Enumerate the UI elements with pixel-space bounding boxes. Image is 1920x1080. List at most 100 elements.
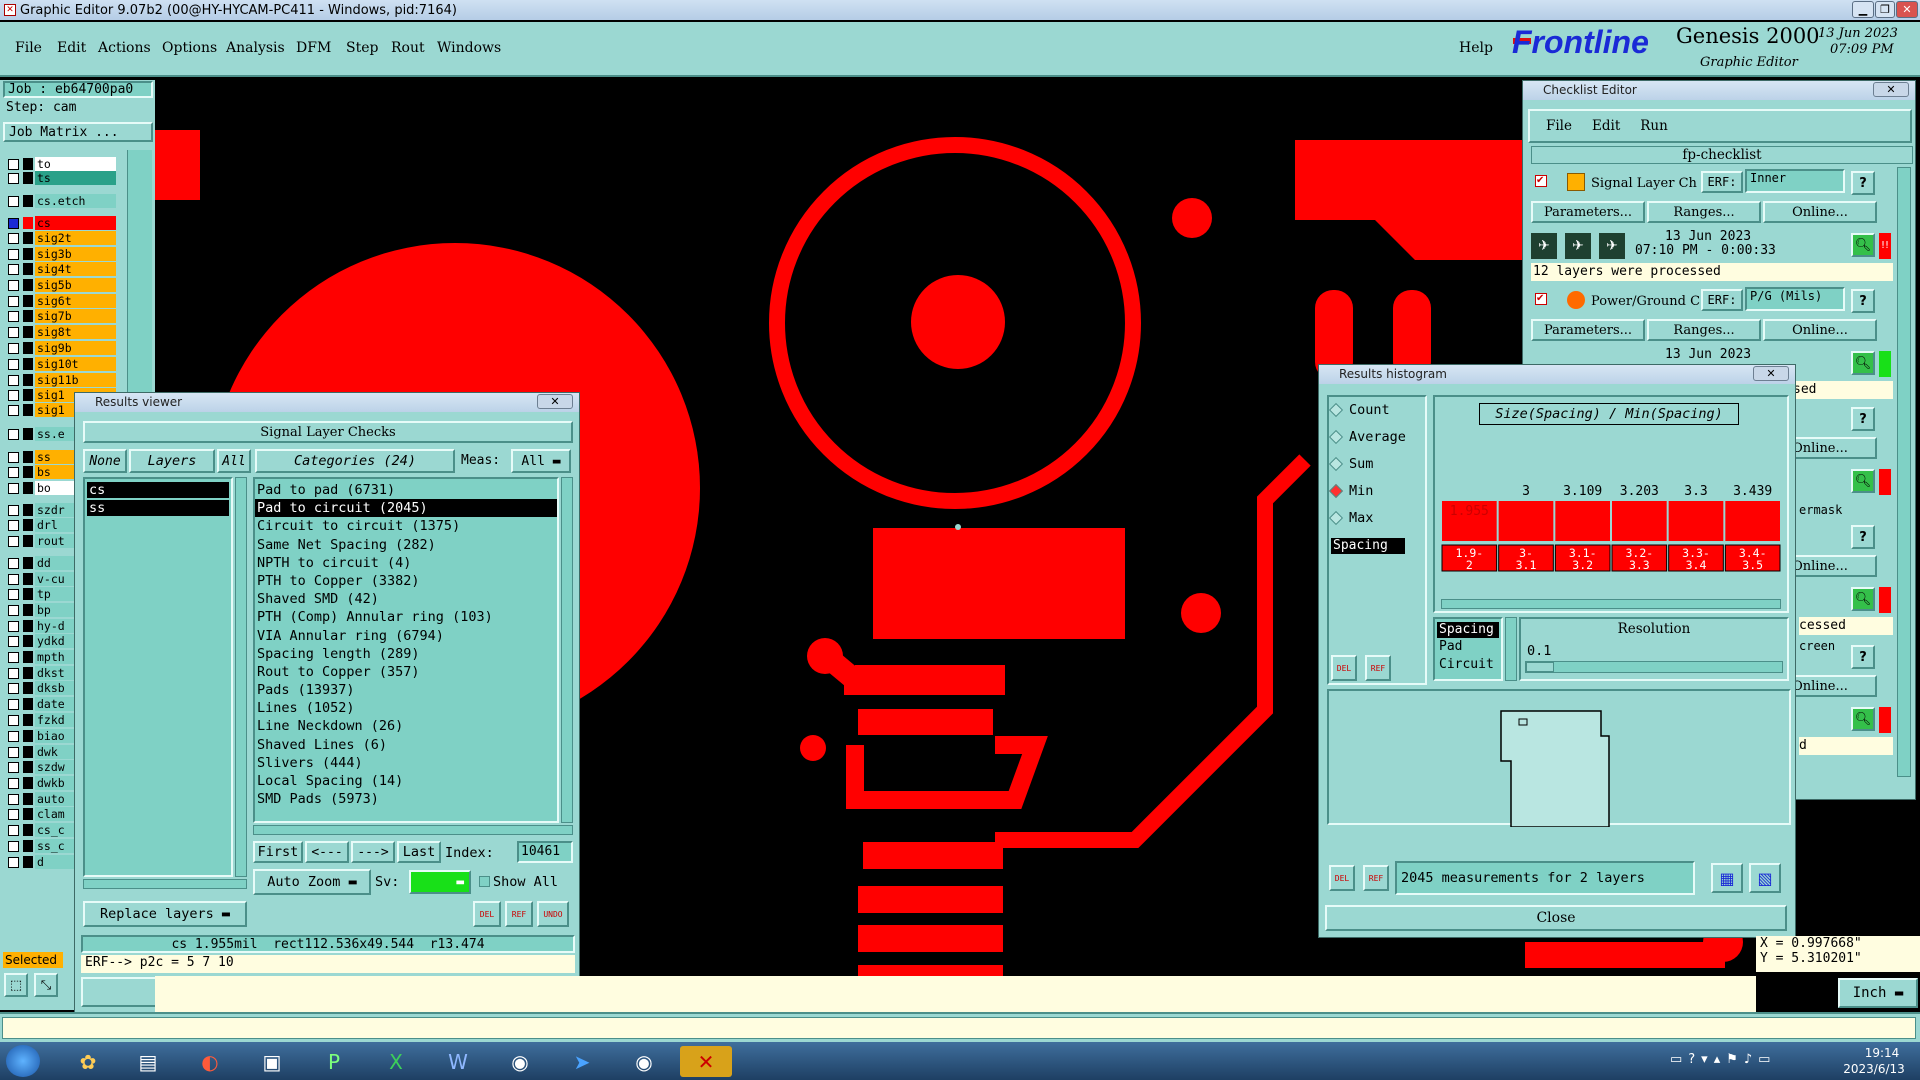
category-item[interactable]: NPTH to circuit (4) bbox=[255, 554, 557, 572]
layer-row[interactable]: sig10t bbox=[8, 357, 116, 371]
category-item[interactable]: Rout to Copper (357) bbox=[255, 663, 557, 681]
layer-checkbox[interactable] bbox=[8, 588, 19, 600]
start-button-icon[interactable] bbox=[6, 1045, 40, 1077]
layer-checkbox[interactable] bbox=[8, 714, 19, 726]
check-item-1-online[interactable]: Online... bbox=[1763, 201, 1877, 223]
check-item-1-name[interactable]: Signal Layer Ch bbox=[1591, 176, 1697, 191]
prev-button[interactable]: <--- bbox=[305, 841, 349, 863]
category-item[interactable]: Shaved SMD (42) bbox=[255, 590, 557, 608]
zoom-icon[interactable]: 🔍︎ bbox=[1851, 707, 1875, 731]
type-item[interactable]: Circuit bbox=[1435, 656, 1501, 674]
category-item[interactable]: Pads (13937) bbox=[255, 681, 557, 699]
layer-checkbox[interactable] bbox=[8, 172, 19, 184]
categories-list-scrollbar[interactable] bbox=[561, 477, 573, 823]
layers-header-button[interactable]: Layers bbox=[129, 449, 215, 473]
partial-help[interactable]: ? bbox=[1851, 525, 1875, 549]
mode-option-count[interactable]: Count bbox=[1328, 402, 1390, 418]
command-line[interactable] bbox=[2, 1017, 1916, 1039]
run-icon[interactable]: ✈ bbox=[1599, 233, 1625, 259]
layer-checkbox[interactable] bbox=[8, 746, 19, 758]
category-item[interactable]: Slivers (444) bbox=[255, 754, 557, 772]
meas-select[interactable]: All ▬ bbox=[511, 449, 571, 473]
layer-checkbox[interactable] bbox=[8, 651, 19, 663]
categories-button[interactable]: Categories (24) bbox=[255, 449, 455, 473]
layer-checkbox[interactable] bbox=[8, 557, 19, 569]
layer-checkbox[interactable] bbox=[8, 573, 19, 585]
app-browser-icon[interactable]: ◐ bbox=[184, 1046, 236, 1077]
app-arrow-icon[interactable]: ➤ bbox=[556, 1046, 608, 1077]
auto-zoom-select[interactable]: Auto Zoom ▬ bbox=[253, 869, 371, 895]
category-item[interactable]: SMD Pads (5973) bbox=[255, 790, 557, 808]
layer-checkbox[interactable] bbox=[8, 777, 19, 789]
layers-list-scrollbar[interactable] bbox=[235, 477, 247, 877]
layer-checkbox[interactable] bbox=[8, 389, 19, 401]
menu-dfm[interactable]: DFM bbox=[296, 40, 331, 56]
layer-row[interactable]: sig4t bbox=[8, 262, 116, 276]
layers-hscrollbar[interactable] bbox=[83, 879, 247, 889]
sv-color-select[interactable]: ▬ bbox=[409, 870, 471, 894]
histogram-view-icon[interactable]: ▦ bbox=[1711, 863, 1743, 893]
ref-button[interactable]: REF bbox=[505, 901, 533, 927]
layer-row[interactable]: sig7b bbox=[8, 309, 116, 323]
histogram-export-icon[interactable]: ▧ bbox=[1749, 863, 1781, 893]
partial-help[interactable]: ? bbox=[1851, 645, 1875, 669]
layer-checkbox[interactable] bbox=[8, 793, 19, 805]
mode-option-min[interactable]: Min bbox=[1328, 483, 1373, 499]
mode-option-sum[interactable]: Sum bbox=[1328, 456, 1373, 472]
zoom-tool-icon[interactable]: ⤡ bbox=[34, 973, 58, 997]
layer-row[interactable]: sig3b bbox=[8, 247, 116, 261]
run-icon[interactable]: ✈ bbox=[1531, 233, 1557, 259]
menu-edit[interactable]: Edit bbox=[57, 40, 86, 56]
layer-checkbox[interactable] bbox=[8, 466, 19, 478]
select-tool-icon[interactable]: ⬚ bbox=[4, 973, 28, 997]
measure-item[interactable]: Spacing bbox=[1331, 538, 1405, 554]
histogram-bar[interactable] bbox=[1725, 501, 1780, 541]
hist-del-button[interactable]: DEL bbox=[1331, 655, 1357, 681]
app-excel-icon[interactable]: X bbox=[370, 1046, 422, 1077]
layer-checkbox[interactable] bbox=[8, 158, 19, 170]
menu-windows[interactable]: Windows bbox=[437, 40, 501, 56]
check-item-1-erf-field[interactable]: Inner bbox=[1745, 169, 1845, 193]
next-button[interactable]: ---> bbox=[351, 841, 395, 863]
type-list-scrollbar[interactable] bbox=[1505, 617, 1517, 681]
app-genesis-icon[interactable]: ✕ bbox=[680, 1046, 732, 1077]
layer-checkbox[interactable] bbox=[8, 232, 19, 244]
mode-option-average[interactable]: Average bbox=[1328, 429, 1406, 445]
layer-checkbox[interactable] bbox=[8, 519, 19, 531]
histogram-hscrollbar[interactable] bbox=[1441, 599, 1781, 609]
hist-bottom-ref-button[interactable]: REF bbox=[1363, 865, 1389, 891]
results-viewer-close-x[interactable]: ✕ bbox=[537, 394, 573, 409]
categories-list[interactable]: Pad to pad (6731) Pad to circuit (2045) Ci… bbox=[253, 477, 559, 823]
layer-row[interactable]: sig5b bbox=[8, 278, 116, 292]
show-all-checkbox[interactable] bbox=[479, 876, 490, 887]
check-item-2-online[interactable]: Online... bbox=[1763, 319, 1877, 341]
category-item[interactable]: Local Spacing (14) bbox=[255, 772, 557, 790]
undo-button[interactable]: UNDO bbox=[537, 901, 569, 927]
layers-all-button[interactable]: All bbox=[217, 449, 251, 473]
layer-row[interactable]: sig9b bbox=[8, 341, 116, 355]
resolution-slider[interactable] bbox=[1525, 661, 1783, 673]
category-item[interactable]: Pad to circuit (2045) bbox=[255, 499, 557, 518]
resolution-slider-thumb[interactable] bbox=[1526, 662, 1554, 672]
layer-checkbox[interactable] bbox=[8, 730, 19, 742]
partial-help[interactable]: ? bbox=[1851, 407, 1875, 431]
last-button[interactable]: Last bbox=[397, 841, 441, 863]
layer-checkbox[interactable] bbox=[8, 279, 19, 291]
layer-checkbox[interactable] bbox=[8, 535, 19, 547]
histogram-bar[interactable] bbox=[1612, 501, 1667, 541]
checklist-scrollbar[interactable] bbox=[1897, 167, 1911, 777]
result-layer-item[interactable]: cs bbox=[87, 482, 229, 498]
menu-options[interactable]: Options bbox=[162, 40, 217, 56]
check-item-2-erf-field[interactable]: P/G (Mils) bbox=[1745, 287, 1845, 311]
layer-row[interactable]: sig6t bbox=[8, 294, 116, 308]
histogram-bar[interactable] bbox=[1555, 501, 1610, 541]
type-list[interactable]: Spacing Pad Circuit bbox=[1433, 617, 1503, 681]
layer-checkbox[interactable] bbox=[8, 195, 19, 207]
layer-checkbox[interactable] bbox=[8, 824, 19, 836]
histogram-chart[interactable]: 1.9551.9-233-3.13.1093.1-3.23.2033.2-3.3… bbox=[1441, 437, 1781, 597]
layer-checkbox[interactable] bbox=[8, 635, 19, 647]
layer-checkbox[interactable] bbox=[8, 342, 19, 354]
app-eye2-icon[interactable]: ◉ bbox=[618, 1046, 670, 1077]
layer-checkbox[interactable] bbox=[8, 761, 19, 773]
zoom-icon[interactable]: 🔍︎ bbox=[1851, 351, 1875, 375]
